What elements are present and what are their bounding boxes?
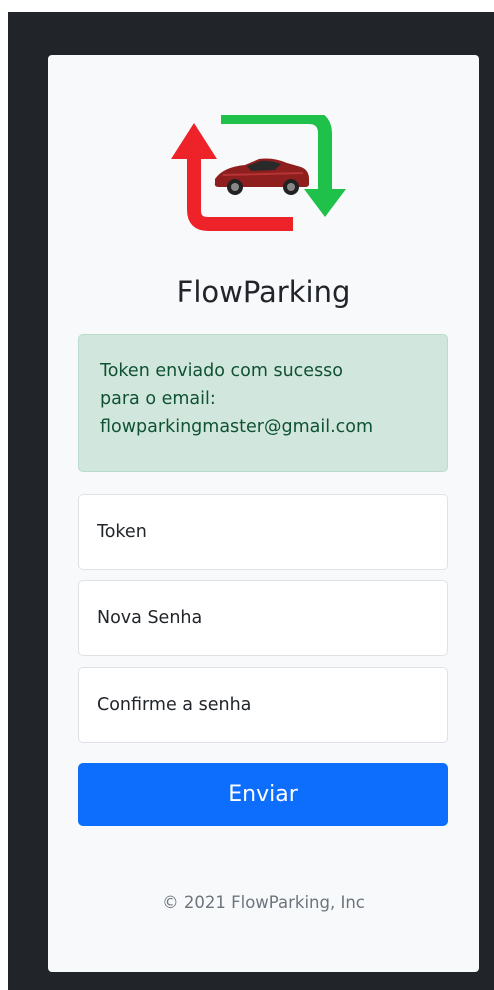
brand-title: FlowParking xyxy=(176,275,351,309)
alert-line-1: Token enviado com sucesso xyxy=(100,361,344,381)
token-input[interactable] xyxy=(78,494,448,570)
new-password-input[interactable] xyxy=(78,580,448,656)
alert-line-3-email: flowparkingmaster@gmail.com xyxy=(100,417,374,437)
red-arrowhead xyxy=(171,123,217,159)
sync-arrows-car-icon xyxy=(171,115,346,231)
alert-line-2: para o email: xyxy=(100,389,216,409)
submit-button[interactable]: Enviar xyxy=(78,763,448,826)
footer-copyright: © 2021 FlowParking, Inc xyxy=(162,893,365,912)
success-alert: Token enviado com sucesso para o email: … xyxy=(78,334,448,472)
confirm-password-input[interactable] xyxy=(78,667,448,743)
page-frame: FlowParking Token enviado com sucesso pa… xyxy=(8,12,494,990)
reset-password-card: FlowParking Token enviado com sucesso pa… xyxy=(48,55,479,972)
green-arrowhead xyxy=(304,189,346,217)
car-icon xyxy=(214,158,309,195)
